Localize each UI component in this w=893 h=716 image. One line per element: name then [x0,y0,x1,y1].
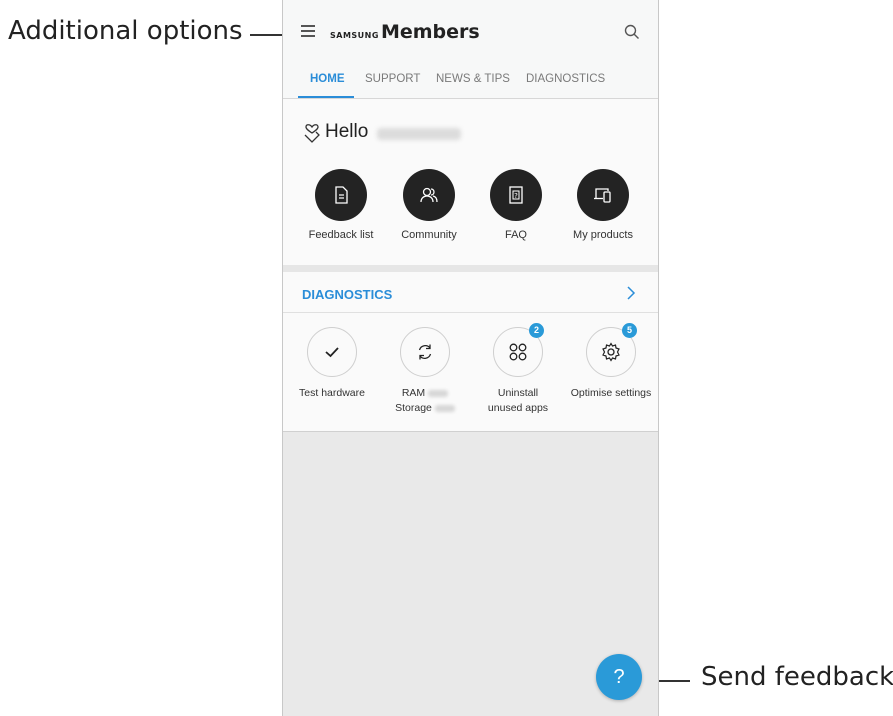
notification-badge: 2 [529,323,544,338]
callout-additional-options: Additional options [8,16,243,46]
quick-action-feedback-list[interactable]: Feedback list [296,169,386,241]
phone-screen: SAMSUNG Members HOME SUPPORT NEWS & TIPS… [282,0,659,716]
diag-uninstall-apps[interactable]: 2 Uninstall unused apps [472,323,564,416]
send-feedback-button[interactable]: ? [596,654,642,700]
gear-icon: 5 [586,323,637,377]
section-divider [283,265,658,272]
tab-news-tips[interactable]: NEWS & TIPS [436,72,510,96]
storage-value-blurred [434,404,455,412]
callout-send-feedback: Send feedback. [701,662,893,692]
diag-label: RAM Storage [379,386,471,416]
check-icon [307,327,357,377]
apps-grid-icon: 2 [493,323,544,377]
svg-text:?: ? [514,192,518,200]
refresh-icon [400,327,450,377]
tab-bar: HOME SUPPORT NEWS & TIPS DIAGNOSTICS [283,72,658,99]
brand-samsung: SAMSUNG [330,31,379,40]
home-card: Hello Feedback list Community ? FAQ My p… [283,99,658,265]
tab-support[interactable]: SUPPORT [365,72,420,96]
ram-label: RAM [401,387,426,399]
app-bar: SAMSUNG Members HOME SUPPORT NEWS & TIPS… [283,0,658,99]
diag-ram-storage[interactable]: RAM Storage [379,327,471,416]
devices-icon [577,169,629,221]
chevron-right-icon [626,286,636,305]
ram-value-blurred [428,389,449,397]
quick-action-community[interactable]: Community [384,169,474,241]
quick-action-label: My products [573,229,633,241]
quick-action-label: FAQ [504,229,527,241]
faq-book-icon: ? [490,169,542,221]
quick-action-label: Feedback list [308,229,374,241]
app-logo: SAMSUNG Members [330,21,480,43]
notification-badge: 5 [622,323,637,338]
diag-label: Test hardware [299,387,365,399]
active-tab-indicator [298,96,354,98]
diag-test-hardware[interactable]: Test hardware [286,327,378,401]
tab-diagnostics[interactable]: DIAGNOSTICS [526,72,605,96]
heart-hand-icon [303,123,321,145]
tab-home[interactable]: HOME [310,72,345,96]
brand-members: Members [380,21,480,43]
diag-optimise-settings[interactable]: 5 Optimise settings [565,323,657,401]
quick-action-my-products[interactable]: My products [558,169,648,241]
diagnostics-card: DIAGNOSTICS Test hardware RAM Storage 2 … [283,272,658,432]
diag-label: Uninstall unused apps [487,387,549,414]
document-icon [315,169,367,221]
user-name-blurred [377,128,461,140]
quick-action-faq[interactable]: ? FAQ [471,169,561,241]
menu-icon[interactable] [301,25,315,37]
people-icon [403,169,455,221]
greeting-text: Hello [325,121,369,142]
diag-label: Optimise settings [570,387,652,399]
diagnostics-title: DIAGNOSTICS [302,287,393,302]
diagnostics-header[interactable]: DIAGNOSTICS [283,272,658,313]
quick-action-label: Community [401,229,457,241]
storage-label: Storage [395,402,432,414]
search-icon[interactable] [624,24,640,40]
